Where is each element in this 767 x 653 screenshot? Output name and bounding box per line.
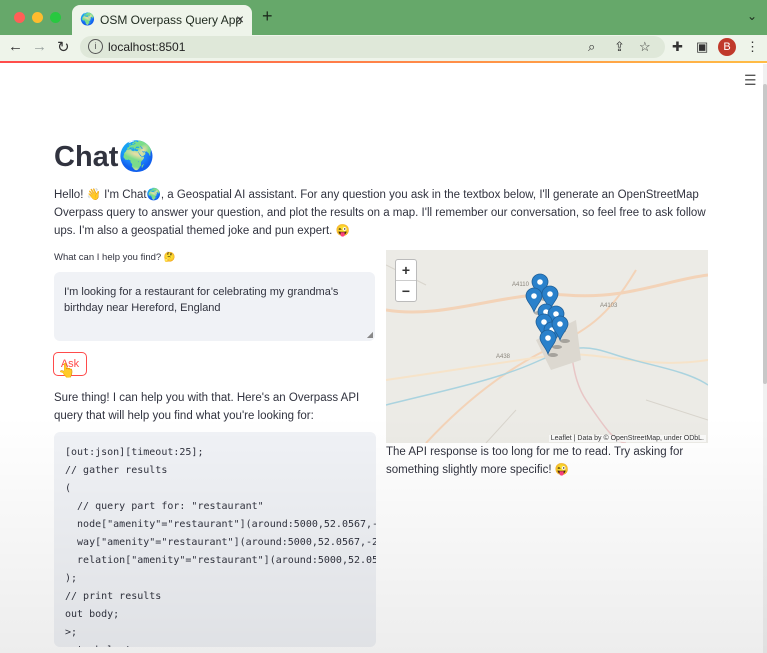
minimize-window-button[interactable]	[32, 12, 43, 23]
more-menu-icon[interactable]: ⋮	[746, 39, 759, 55]
map-road-label: A438	[496, 354, 511, 360]
question-text[interactable]: I'm looking for a restaurant for celebra…	[64, 284, 354, 316]
hamburger-menu-icon[interactable]: ☰	[744, 72, 757, 89]
overpass-code-block: [out:json][timeout:25]; // gather result…	[54, 432, 376, 647]
close-icon[interactable]: ×	[236, 11, 244, 27]
marker-shadow	[548, 353, 558, 357]
page-title: Chat🌍	[54, 141, 155, 173]
chevron-down-icon[interactable]: ⌄	[747, 9, 757, 23]
results-map[interactable]: A4110 A4103 A438 + − Leaflet | Data by ©…	[386, 250, 708, 443]
map-road-label: A4103	[600, 303, 618, 309]
extensions-icon[interactable]: ✚	[672, 39, 683, 55]
share-icon[interactable]: ⇪	[614, 39, 625, 55]
assistant-reply: Sure thing! I can help you with that. He…	[54, 392, 360, 422]
url-text[interactable]: localhost:8501	[108, 40, 185, 54]
intro-text: Hello! 👋 I'm Chat🌍, a Geospatial AI assi…	[54, 189, 706, 237]
globe-icon: 🌍	[80, 12, 95, 26]
marker-dot	[531, 293, 537, 299]
profile-avatar[interactable]: B	[718, 38, 736, 56]
tab-title: OSM Overpass Query App	[100, 13, 243, 27]
close-window-button[interactable]	[14, 12, 25, 23]
zoom-out-button[interactable]: −	[396, 281, 416, 301]
resize-handle-icon[interactable]: ◢	[367, 330, 373, 339]
map-message: The API response is too long for me to r…	[386, 446, 684, 476]
marker-dot	[557, 321, 563, 327]
map-attribution[interactable]: Leaflet | Data by © OpenStreetMap, under…	[548, 435, 706, 442]
browser-toolbar: ← → ↻ i localhost:8501 ⌕ ⇪ ☆ ✚ ▣ B ⋮	[0, 35, 767, 62]
code-text: [out:json][timeout:25]; // gather result…	[65, 447, 376, 647]
marker-dot	[545, 335, 551, 341]
question-textarea[interactable]: I'm looking for a restaurant for celebra…	[54, 272, 375, 341]
info-icon[interactable]: i	[88, 39, 103, 54]
streamlit-header-decoration	[0, 61, 767, 63]
zoom-control: + −	[395, 259, 417, 302]
map-tiles: A4110 A4103 A438	[386, 264, 708, 443]
marker-dot	[547, 291, 553, 297]
forward-button[interactable]: →	[32, 38, 47, 55]
new-tab-button[interactable]: +	[262, 6, 273, 27]
map-road-label: A4110	[512, 282, 530, 288]
back-button[interactable]: ←	[8, 38, 23, 55]
reload-button[interactable]: ↻	[57, 38, 70, 56]
scrollbar[interactable]	[763, 64, 767, 653]
bookmark-star-icon[interactable]: ☆	[639, 39, 651, 55]
input-label: What can I help you find? 🤔	[54, 252, 176, 263]
app-window: 🌍 OSM Overpass Query App × + ⌄ ← → ↻ i l…	[0, 0, 767, 653]
zoom-in-button[interactable]: +	[396, 260, 416, 281]
tab-strip: 🌍 OSM Overpass Query App × + ⌄	[0, 0, 767, 35]
marker-dot	[537, 279, 543, 285]
zoom-icon[interactable]: ⌕	[588, 39, 595, 55]
side-panel-icon[interactable]: ▣	[696, 39, 708, 55]
address-bar[interactable]: i localhost:8501 ⌕ ⇪ ☆	[80, 36, 665, 58]
scrollbar-thumb[interactable]	[763, 84, 767, 384]
pointer-cursor-icon: 👆	[58, 362, 76, 378]
browser-tab[interactable]: 🌍 OSM Overpass Query App ×	[72, 5, 252, 35]
maximize-window-button[interactable]	[50, 12, 61, 23]
marker-shadow	[552, 345, 562, 349]
marker-dot	[541, 319, 547, 325]
marker-shadow	[560, 339, 570, 343]
